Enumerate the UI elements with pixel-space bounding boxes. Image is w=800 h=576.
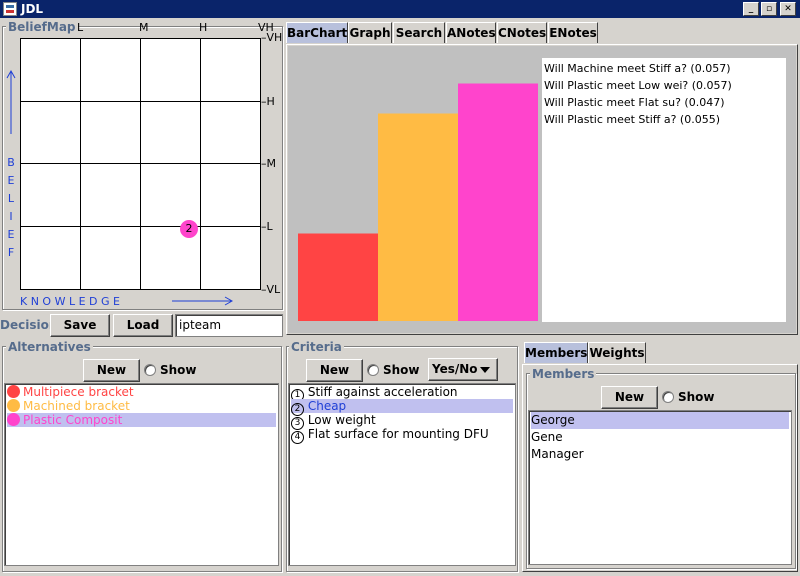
criteria-title: Criteria xyxy=(289,340,344,354)
criterion-label: Low weight xyxy=(307,413,376,427)
list-item[interactable]: Manager xyxy=(531,446,789,463)
note-item[interactable]: Will Plastic meet Flat su? (0.047) xyxy=(544,94,732,111)
y-tick-l: L xyxy=(266,220,273,233)
show-alternatives-label: Show xyxy=(160,363,197,377)
y-tick-vl-wrap: –VL xyxy=(261,283,281,296)
save-button[interactable]: Save xyxy=(50,314,110,337)
criteria-list[interactable]: 1 Stiff against acceleration 2 Cheap 3 L… xyxy=(288,383,516,566)
window-title: JDL xyxy=(21,2,44,16)
y-letter: E xyxy=(7,174,15,187)
alternative-label: Plastic Composit xyxy=(23,413,123,427)
x-tick-l: L xyxy=(77,21,84,34)
close-button[interactable]: ✕ xyxy=(780,2,796,16)
maximize-button[interactable]: ▫ xyxy=(761,2,777,16)
alternatives-list[interactable]: Multipiece bracket Machined bracket Plas… xyxy=(4,383,279,566)
note-item[interactable]: Will Plastic meet Stiff a? (0.055) xyxy=(544,111,732,128)
criteria-type-value: Yes/No xyxy=(432,362,478,376)
list-item[interactable]: Gene xyxy=(531,429,789,446)
show-members-radio[interactable] xyxy=(662,391,674,403)
y-tick-m: M xyxy=(266,157,277,170)
tab-search[interactable]: Search xyxy=(393,22,445,43)
tab-graph[interactable]: Graph xyxy=(348,22,392,43)
bar-2 xyxy=(458,83,538,321)
chevron-down-icon xyxy=(480,367,490,373)
bar-0 xyxy=(298,233,378,321)
show-alternatives-radio[interactable] xyxy=(144,364,156,376)
members-list[interactable]: George Gene Manager xyxy=(528,410,792,565)
list-item[interactable]: George xyxy=(531,412,789,429)
alternative-label: Multipiece bracket xyxy=(23,385,134,399)
tab-enotes[interactable]: ENotes xyxy=(548,22,598,43)
alternative-color-icon xyxy=(7,413,20,426)
note-item[interactable]: Will Machine meet Stiff a? (0.057) xyxy=(544,60,732,77)
barchart-svg xyxy=(298,83,538,321)
y-tick-h-wrap: –H xyxy=(261,95,275,108)
y-tick-l-wrap: –L xyxy=(261,220,273,233)
decision-label: Decision xyxy=(0,318,58,332)
tab-anotes[interactable]: ANotes xyxy=(446,22,496,43)
tab-weights[interactable]: Weights xyxy=(588,342,646,363)
list-item[interactable]: Plastic Composit xyxy=(7,413,276,427)
members-title: Members xyxy=(530,367,597,381)
list-item[interactable]: 4 Flat surface for mounting DFU xyxy=(291,427,513,444)
alternative-color-icon xyxy=(7,385,20,398)
y-letter: F xyxy=(7,246,15,259)
note-item[interactable]: Will Plastic meet Low wei? (0.057) xyxy=(544,77,732,94)
decision-name-input[interactable]: ipteam xyxy=(175,314,283,337)
y-tick-vh-wrap: –VH xyxy=(261,31,283,44)
notes-list: Will Machine meet Stiff a? (0.057) Will … xyxy=(542,58,786,322)
new-alternative-button[interactable]: New xyxy=(83,359,140,382)
alternatives-title: Alternatives xyxy=(6,340,93,354)
members-tab-strip: Members Weights xyxy=(522,342,800,364)
y-tick-vh: VH xyxy=(266,31,283,44)
criterion-label: Cheap xyxy=(307,399,347,413)
y-letter: E xyxy=(7,228,15,241)
alternative-label: Machined bracket xyxy=(23,399,130,413)
tab-barchart[interactable]: BarChart xyxy=(286,22,348,43)
list-item[interactable]: 1 Stiff against acceleration xyxy=(291,385,513,402)
x-tick-m: M xyxy=(139,21,149,34)
show-criteria-label: Show xyxy=(383,363,420,377)
y-tick-vl: VL xyxy=(266,283,281,296)
list-item[interactable]: Machined bracket xyxy=(7,399,276,413)
list-item[interactable]: Multipiece bracket xyxy=(7,385,276,399)
x-axis-arrow-icon xyxy=(172,296,234,306)
show-members-label: Show xyxy=(678,390,715,404)
list-item[interactable]: 2 Cheap xyxy=(291,399,513,416)
x-tick-h: H xyxy=(199,21,208,34)
y-axis-arrow-icon xyxy=(6,69,16,134)
new-member-button[interactable]: New xyxy=(601,386,658,409)
y-tick-h: H xyxy=(266,95,275,108)
y-letter: L xyxy=(7,192,15,205)
criteria-type-dropdown[interactable]: Yes/No xyxy=(428,358,498,381)
app-icon xyxy=(3,2,17,16)
new-criterion-button[interactable]: New xyxy=(306,359,363,382)
belief-map-marker[interactable]: 2 xyxy=(180,220,198,238)
y-letter: B xyxy=(7,156,15,169)
load-button[interactable]: Load xyxy=(113,314,173,337)
tab-cnotes[interactable]: CNotes xyxy=(497,22,547,43)
tab-members[interactable]: Members xyxy=(524,342,588,363)
title-bar xyxy=(0,0,800,18)
tab-strip: BarChart Graph Search ANotes CNotes ENot… xyxy=(286,22,800,44)
criterion-number-icon: 4 xyxy=(291,431,304,444)
belief-map-title: BeliefMap xyxy=(6,20,78,34)
x-axis-label: K N O W L E D G E xyxy=(20,295,120,308)
show-criteria-radio[interactable] xyxy=(367,364,379,376)
belief-map-grid[interactable] xyxy=(20,38,261,290)
list-item[interactable]: 3 Low weight xyxy=(291,413,513,430)
alternative-color-icon xyxy=(7,399,20,412)
criterion-label: Stiff against acceleration xyxy=(307,385,458,399)
barchart-area: Will Machine meet Stiff a? (0.057) Will … xyxy=(288,46,796,333)
criterion-label: Flat surface for mounting DFU xyxy=(307,427,489,441)
y-tick-m-wrap: –M xyxy=(261,157,277,170)
y-letter: I xyxy=(9,210,13,223)
y-axis-label: B E L I E F xyxy=(5,154,17,262)
bar-1 xyxy=(378,113,458,321)
minimize-button[interactable]: _ xyxy=(743,2,759,16)
